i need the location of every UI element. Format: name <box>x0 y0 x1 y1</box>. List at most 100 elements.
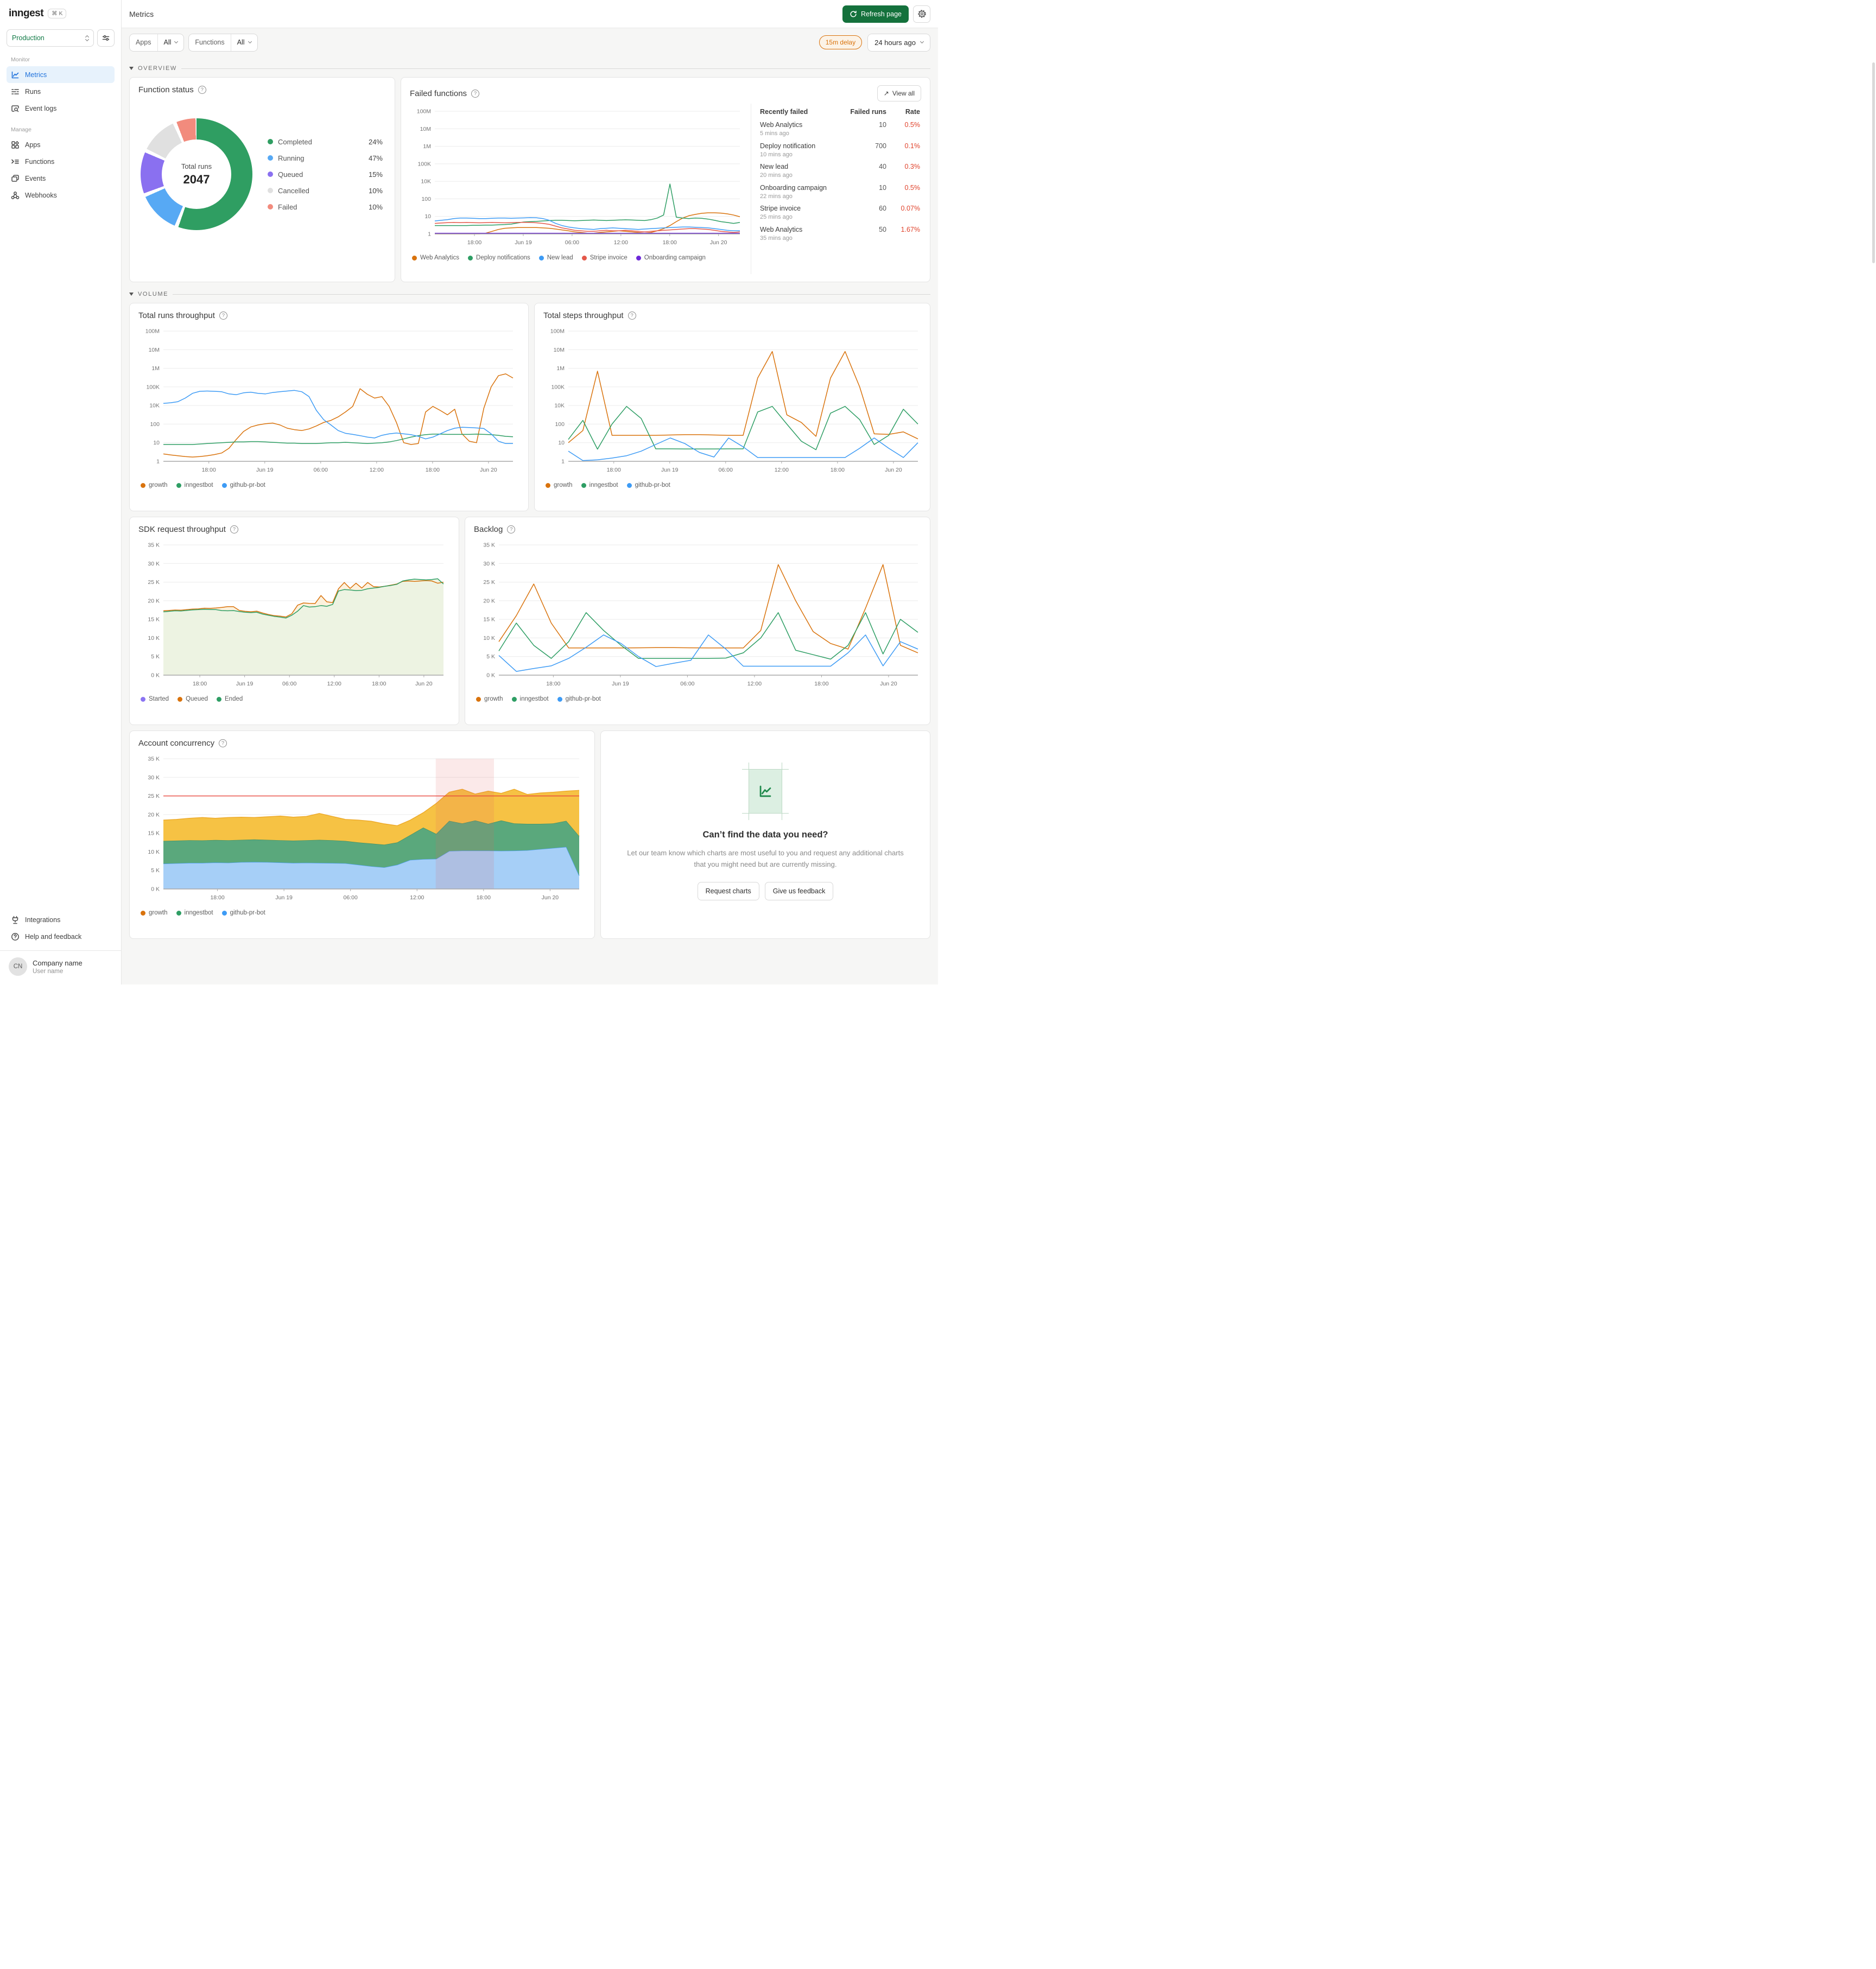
svg-text:1: 1 <box>561 459 565 465</box>
legend-label: Onboarding campaign <box>644 255 706 261</box>
failed-function-row[interactable]: Onboarding campaign 22 mins ago 10 0.5% <box>760 184 920 200</box>
account-menu[interactable]: CN Company name User name <box>7 953 115 978</box>
apps-filter[interactable]: Apps All <box>129 33 185 52</box>
card-title: Account concurrency <box>138 739 215 748</box>
legend-item: github-pr-bot <box>626 482 670 488</box>
sidebar-item-webhooks[interactable]: Webhooks <box>7 187 115 204</box>
nav-section-monitor: Monitor <box>11 56 30 63</box>
legend-dot <box>221 482 227 488</box>
volume-section-title: VOLUME <box>138 291 169 297</box>
failed-function-row[interactable]: Stripe invoice 25 mins ago 60 0.07% <box>760 205 920 220</box>
user-name: User name <box>33 968 64 975</box>
environment-selector[interactable]: Production <box>7 29 94 47</box>
svg-text:06:00: 06:00 <box>314 467 328 473</box>
legend-label: inngestbot <box>184 910 213 916</box>
total-runs-chart: 100M 10M 1M 100K 10K 100 10 1 18:00 Jun 19 06:00 12… <box>145 328 514 473</box>
sidebar-item-functions[interactable]: Functions <box>7 153 115 170</box>
collapse-triangle-icon[interactable] <box>129 67 134 70</box>
failure-rate: 1.67% <box>901 225 920 233</box>
sidebar-item-apps[interactable]: Apps <box>7 136 115 153</box>
help-tooltip-icon[interactable]: ? <box>628 312 636 320</box>
card-title: Function status <box>138 85 194 94</box>
sidebar-item-help[interactable]: Help and feedback <box>7 928 115 945</box>
legend-dot <box>141 696 145 702</box>
failed-function-row[interactable]: Deploy notification 10 mins ago 700 0.1% <box>760 142 920 158</box>
legend-item: github-pr-bot <box>221 910 265 916</box>
request-charts-button[interactable]: Request charts <box>697 881 759 900</box>
delay-badge: 15m delay <box>819 35 863 49</box>
nav-section-manage: Manage <box>11 126 31 133</box>
status-legend-item: Queued 15% <box>268 170 383 179</box>
sidebar-item-integrations[interactable]: Integrations <box>7 911 115 928</box>
help-tooltip-icon[interactable]: ? <box>230 525 238 533</box>
sidebar-item-event-logs[interactable]: Event logs <box>7 100 115 117</box>
view-all-button[interactable]: ↗ View all <box>877 85 921 101</box>
failed-function-row[interactable]: New lead 20 mins ago 40 0.3% <box>760 163 920 179</box>
sidebar-divider <box>0 950 121 951</box>
legend-label: growth <box>149 482 168 488</box>
give-feedback-button[interactable]: Give us feedback <box>764 881 834 900</box>
failed-functions-chart: 100M 10M 1M 100K 10K 100 10 1 18:00 Jun 19 06:00 12… <box>417 109 740 246</box>
svg-text:18:00: 18:00 <box>467 239 481 246</box>
chart-legend: growth inngestbot github-pr-bot <box>138 482 519 488</box>
legend-label: Queued <box>186 696 208 702</box>
status-legend-item: Completed 24% <box>268 138 383 146</box>
total-steps-chart: 100M 10M 1M 100K 10K 100 10 1 18:00 Jun 19 06:00 12… <box>550 328 918 473</box>
svg-text:100M: 100M <box>550 328 565 335</box>
chevron-down-icon <box>920 39 924 44</box>
legend-value: 10% <box>368 186 383 195</box>
legend-label: inngestbot <box>519 696 549 702</box>
legend-label: inngestbot <box>589 482 618 488</box>
help-tooltip-icon[interactable]: ? <box>198 86 206 94</box>
legend-dot <box>412 255 417 261</box>
failed-function-row[interactable]: Web Analytics 5 mins ago 10 0.5% <box>760 121 920 137</box>
legend-dot <box>557 696 562 702</box>
sidebar-item-runs[interactable]: Runs <box>7 83 115 100</box>
help-tooltip-icon[interactable]: ? <box>471 89 480 98</box>
filter-bar: Apps All Functions All 15m delay 24 hour… <box>122 28 938 56</box>
functions-filter[interactable]: Functions All <box>188 33 258 52</box>
status-legend-item: Running 47% <box>268 154 383 162</box>
function-status-card: Function status ? Total runs 2047 Comple… <box>129 77 395 282</box>
legend-item: Stripe invoice <box>581 255 628 261</box>
inngest-logo[interactable]: inngest <box>9 8 44 20</box>
svg-text:12:00: 12:00 <box>747 681 762 687</box>
collapse-triangle-icon[interactable] <box>129 293 134 296</box>
chart-legend: growth inngestbot github-pr-bot <box>138 910 586 916</box>
refresh-page-button[interactable]: Refresh page <box>842 5 909 23</box>
account-concurrency-chart: 35 K 30 K 25 K 20 K 15 K 10 K 5 K 0 K 18:00 Jun 1… <box>148 756 580 901</box>
legend-item: inngestbot <box>176 482 213 488</box>
sidebar-item-events[interactable]: Events <box>7 170 115 187</box>
failed-function-row[interactable]: Web Analytics 35 mins ago 50 1.67% <box>760 226 920 242</box>
failure-rate: 0.07% <box>901 205 920 212</box>
failed-time: 22 mins ago <box>760 193 793 200</box>
chart-legend: growth inngestbot github-pr-bot <box>543 482 921 488</box>
help-tooltip-icon[interactable]: ? <box>219 312 227 320</box>
legend-label: Cancelled <box>278 186 309 195</box>
function-name: Web Analytics <box>760 225 803 233</box>
line-chart-icon <box>11 71 19 78</box>
environment-filter-button[interactable] <box>97 29 115 47</box>
settings-button[interactable] <box>913 5 930 23</box>
top-bar: Metrics Refresh page <box>122 0 938 28</box>
sidebar-item-metrics[interactable]: Metrics <box>7 66 115 83</box>
legend-item: growth <box>546 482 573 488</box>
legend-item: Ended <box>217 696 243 702</box>
plug-icon <box>12 916 18 924</box>
legend-item: Started <box>141 696 169 702</box>
scrollbar-thumb[interactable] <box>1872 62 1875 263</box>
recently-failed-table: Recently failed Failed runs Rate Web Ana… <box>751 104 921 274</box>
svg-text:30 K: 30 K <box>483 561 495 567</box>
search-log-icon <box>11 105 19 112</box>
svg-text:10 K: 10 K <box>483 635 495 641</box>
command-k-shortcut[interactable]: ⌘ K <box>48 8 67 19</box>
failed-functions-card: Failed functions ? ↗ View all 100M 10M 1M 1… <box>401 77 930 282</box>
legend-dot <box>626 482 632 488</box>
legend-item: New lead <box>538 255 573 261</box>
svg-text:1M: 1M <box>423 143 431 150</box>
help-tooltip-icon[interactable]: ? <box>219 739 227 747</box>
apps-grid-icon <box>11 141 19 149</box>
time-range-select[interactable]: 24 hours ago <box>867 33 930 52</box>
help-tooltip-icon[interactable]: ? <box>507 525 516 533</box>
failed-runs-count: 50 <box>879 225 886 233</box>
